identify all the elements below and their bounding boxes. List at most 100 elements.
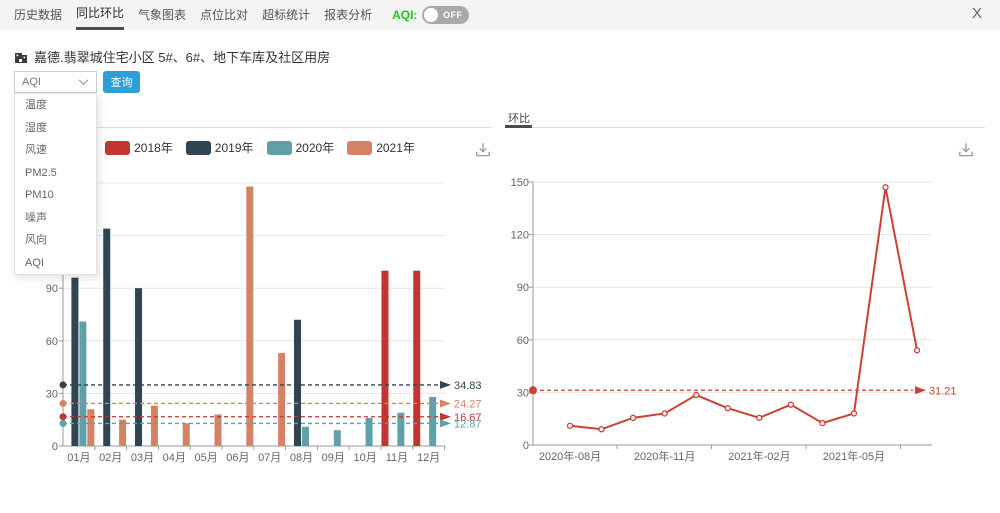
legend-swatch xyxy=(105,141,130,155)
bar-2019年-01月 xyxy=(71,278,78,446)
series-line xyxy=(570,187,917,429)
aqi-toggle-group: AQI: OFF xyxy=(392,0,469,30)
nav-item-yoy-mom[interactable]: 同比环比 xyxy=(76,0,124,30)
dropdown-option-pm25[interactable]: PM2.5 xyxy=(15,162,96,185)
x-tick-label: 02月 xyxy=(99,452,122,464)
x-tick-label: 04月 xyxy=(163,452,186,464)
bar-2020年-11月 xyxy=(397,413,404,446)
mark-line-dot xyxy=(529,386,537,394)
toggle-knob xyxy=(424,8,438,22)
bar-2021年-01月 xyxy=(87,409,94,446)
x-tick-label: 05月 xyxy=(194,452,217,464)
dropdown-option-wind-direction[interactable]: 风向 xyxy=(15,229,96,252)
y-tick-label: 90 xyxy=(46,283,58,295)
dropdown-option-wind-speed[interactable]: 风速 xyxy=(15,139,96,162)
y-tick-label: 120 xyxy=(511,230,529,242)
data-point-6 xyxy=(757,415,762,420)
nav-item-exceed-stats[interactable]: 超标统计 xyxy=(262,0,310,30)
x-tick-label: 10月 xyxy=(353,452,376,464)
nav-item-point-compare[interactable]: 点位比对 xyxy=(200,0,248,30)
metric-select-value: AQI xyxy=(22,76,41,88)
metric-select[interactable]: AQI xyxy=(14,71,97,93)
dropdown-option-aqi[interactable]: AQI xyxy=(15,252,96,275)
tab-huanbi[interactable]: 环比 xyxy=(508,110,530,126)
dropdown-option-temperature[interactable]: 温度 xyxy=(15,94,96,117)
data-point-7 xyxy=(788,402,793,407)
data-point-11 xyxy=(915,348,920,353)
aqi-toggle[interactable]: OFF xyxy=(422,6,469,24)
bar-2020年-12月 xyxy=(429,397,436,446)
toggle-state-text: OFF xyxy=(443,6,463,24)
top-nav: 历史数据同比环比气象图表点位比对超标统计报表分析 AQI: OFF xyxy=(0,0,1000,30)
mark-line-value: 31.21 xyxy=(929,385,957,397)
data-point-2 xyxy=(631,415,636,420)
y-tick-label: 30 xyxy=(46,388,58,400)
avg-line-dot xyxy=(60,413,67,420)
bar-2021年-06月 xyxy=(246,187,253,446)
chevron-down-icon xyxy=(78,79,89,86)
avg-line-arrow xyxy=(440,381,451,389)
bar-2021年-05月 xyxy=(215,414,222,446)
download-icon[interactable] xyxy=(957,141,975,159)
close-button[interactable]: X xyxy=(972,5,982,22)
bar-2019年-02月 xyxy=(103,229,110,446)
bar-2021年-03月 xyxy=(151,406,158,446)
x-tick-label: 2020年-08月 xyxy=(539,449,601,463)
legend-swatch xyxy=(347,141,372,155)
x-tick-label: 03月 xyxy=(131,452,154,464)
x-tick-label: 2021年-02月 xyxy=(728,449,790,463)
metric-dropdown-menu: 温度湿度风速PM2.5PM10噪声风向AQI xyxy=(14,93,97,275)
x-tick-label: 2021年-05月 xyxy=(823,449,885,463)
tab-huanbi-underline xyxy=(505,125,532,128)
data-point-5 xyxy=(725,406,730,411)
aqi-toggle-label: AQI: xyxy=(392,8,417,22)
x-tick-label: 11月 xyxy=(386,452,408,464)
dropdown-option-pm10[interactable]: PM10 xyxy=(15,184,96,207)
y-tick-label: 150 xyxy=(511,177,529,189)
modal-window: 历史数据同比环比气象图表点位比对超标统计报表分析 AQI: OFF X 嘉德.翡… xyxy=(0,0,1000,513)
legend-item-2019年[interactable]: 2019年 xyxy=(186,139,254,156)
legend-label: 2018年 xyxy=(134,139,173,156)
data-point-1 xyxy=(599,427,604,432)
y-tick-label: 60 xyxy=(517,335,529,347)
nav-item-report-analysis[interactable]: 报表分析 xyxy=(324,0,372,30)
avg-line-value: 12.87 xyxy=(454,418,482,430)
data-point-3 xyxy=(662,411,667,416)
data-point-10 xyxy=(883,185,888,190)
bar-2020年-09月 xyxy=(334,430,341,446)
chart-legend: 2018年 2019年 2020年 2021年 xyxy=(40,139,480,156)
x-tick-label: 09月 xyxy=(322,452,345,464)
nav-item-weather-chart[interactable]: 气象图表 xyxy=(138,0,186,30)
legend-swatch xyxy=(267,141,292,155)
nav-item-history-data[interactable]: 历史数据 xyxy=(14,0,62,30)
bar-2020年-08月 xyxy=(302,427,309,446)
x-tick-label: 12月 xyxy=(417,452,440,464)
query-button[interactable]: 查询 xyxy=(103,71,140,93)
y-tick-label: 0 xyxy=(523,440,529,452)
avg-line-dot xyxy=(60,381,67,388)
y-tick-label: 60 xyxy=(46,336,58,348)
legend-item-2021年[interactable]: 2021年 xyxy=(347,139,415,156)
data-point-8 xyxy=(820,421,825,426)
avg-line-value: 24.27 xyxy=(454,398,482,410)
x-tick-label: 06月 xyxy=(226,452,249,464)
legend-item-2020年[interactable]: 2020年 xyxy=(267,139,335,156)
bar-2020年-10月 xyxy=(366,418,373,446)
legend-label: 2020年 xyxy=(296,139,335,156)
download-icon[interactable] xyxy=(474,141,492,159)
dropdown-option-noise[interactable]: 噪声 xyxy=(15,207,96,230)
x-tick-label: 2020年-11月 xyxy=(634,449,696,463)
legend-label: 2021年 xyxy=(376,139,415,156)
avg-line-value: 34.83 xyxy=(454,380,482,392)
dropdown-option-humidity[interactable]: 湿度 xyxy=(15,117,96,140)
legend-item-2018年[interactable]: 2018年 xyxy=(105,139,173,156)
mom-line-chart: 03060901201502020年-08月2020年-11月2021年-02月… xyxy=(505,160,995,470)
building-icon xyxy=(14,50,28,64)
bar-2018年-12月 xyxy=(413,271,420,446)
avg-line-dot xyxy=(60,400,67,407)
right-panel-tabline xyxy=(505,127,985,128)
station-title-row: 嘉德.翡翠城住宅小区 5#、6#、地下车库及社区用房 xyxy=(14,47,330,66)
bar-2021年-07月 xyxy=(278,353,285,446)
yoy-bar-chart: 030609012015001月02月03月04月05月06月07月08月09月… xyxy=(40,160,500,470)
avg-line-arrow xyxy=(440,399,451,407)
